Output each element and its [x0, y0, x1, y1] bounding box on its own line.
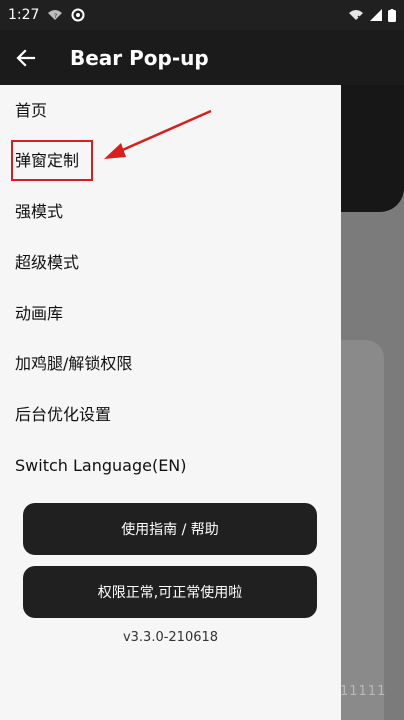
app-title: Bear Pop-up: [70, 45, 209, 70]
back-button[interactable]: [0, 30, 52, 85]
wifi-question-icon: ?: [47, 9, 63, 21]
data-saver-icon: [71, 8, 85, 22]
menu-item-home[interactable]: 首页: [0, 93, 341, 129]
menu-item-background-optimization[interactable]: 后台优化设置: [0, 397, 341, 433]
arrow-left-icon: [16, 48, 36, 67]
menu-item-animation-library[interactable]: 动画库: [0, 296, 341, 332]
signal-icon: [370, 9, 382, 21]
permission-status-label: 权限正常,可正常使用啦: [97, 585, 243, 601]
permission-status-button[interactable]: 权限正常,可正常使用啦: [23, 566, 317, 618]
menu-item-strong-mode[interactable]: 强模式: [0, 194, 341, 230]
menu-item-switch-language[interactable]: Switch Language(EN): [0, 448, 341, 484]
menu-item-label: Switch Language(EN): [15, 456, 187, 475]
menu-item-super-mode[interactable]: 超级模式: [0, 245, 341, 281]
svg-text:?: ?: [54, 13, 57, 20]
guide-help-button[interactable]: 使用指南 / 帮助: [23, 503, 317, 555]
guide-help-label: 使用指南 / 帮助: [121, 522, 219, 538]
menu-item-label: 加鸡腿/解锁权限: [15, 354, 133, 373]
annotation-highlight-box: [11, 140, 93, 181]
menu-item-unlock-permission[interactable]: 加鸡腿/解锁权限: [0, 346, 341, 382]
menu-item-label: 动画库: [15, 304, 64, 323]
app-bar: Bear Pop-up: [0, 30, 404, 85]
status-time: 1:27: [8, 7, 40, 23]
wifi-off-icon: [348, 9, 364, 21]
background-footer-text: 11111: [340, 684, 387, 699]
menu-item-label: 超级模式: [15, 253, 80, 272]
menu-item-label: 强模式: [15, 202, 64, 221]
navigation-drawer: 首页 弹窗定制 强模式 超级模式 动画库 加鸡腿/解锁权限 后台优化设置 Swi…: [0, 85, 341, 720]
menu-item-label: 首页: [15, 101, 48, 120]
status-bar: 1:27 ?: [0, 0, 404, 30]
battery-icon: [388, 8, 396, 22]
menu-item-label: 后台优化设置: [15, 405, 112, 424]
version-text: v3.3.0-210618: [122, 630, 219, 645]
